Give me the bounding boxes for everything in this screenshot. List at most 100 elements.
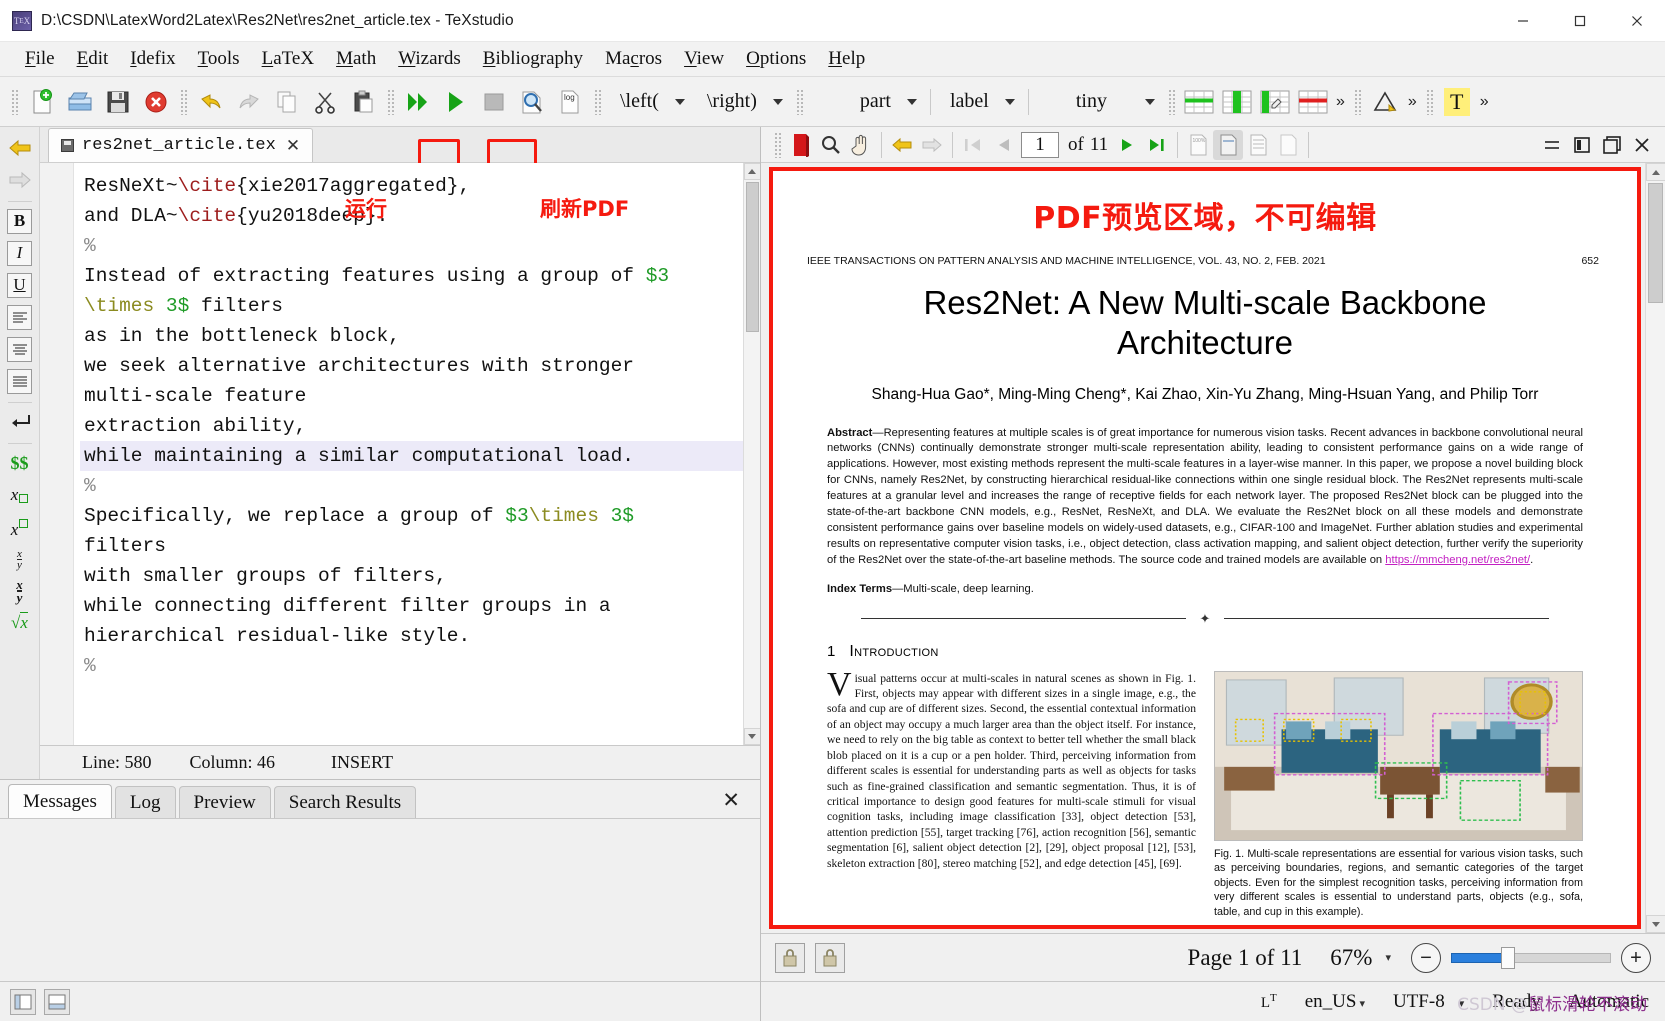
tab-search-results[interactable]: Search Results <box>273 786 417 818</box>
toolbar-grip-4[interactable] <box>594 88 601 115</box>
pdf-vertical-scrollbar[interactable] <box>1645 163 1665 933</box>
sidebar-bold-icon[interactable]: B <box>5 206 35 236</box>
new-file-icon[interactable] <box>25 84 59 120</box>
sidebar-superscript-icon[interactable]: x <box>5 512 35 542</box>
spell-check-icon[interactable]: LT <box>1261 992 1277 1012</box>
menu-macros[interactable]: Macros <box>594 46 673 72</box>
view-pdf-icon[interactable] <box>515 84 549 120</box>
sidebar-subscript-icon[interactable]: x <box>5 480 35 510</box>
file-tab-res2net[interactable]: res2net_article.tex ✕ <box>48 128 314 162</box>
language-indicator[interactable]: en_US ▾ <box>1305 991 1365 1013</box>
sidebar-align-center-icon[interactable] <box>5 334 35 364</box>
single-page-icon[interactable] <box>1273 130 1303 160</box>
code-line[interactable]: % <box>80 231 743 261</box>
code-line[interactable]: ResNeXt~\cite{xie2017aggregated}, <box>80 171 743 201</box>
menu-math[interactable]: Math <box>325 46 387 72</box>
code-line[interactable]: as in the bottleneck block, <box>80 321 743 351</box>
table-edit-icon[interactable] <box>1258 84 1292 120</box>
prev-page-icon[interactable] <box>988 130 1018 160</box>
redo-icon[interactable] <box>232 84 266 120</box>
lock-right-icon[interactable] <box>815 942 845 973</box>
table-insert-row-icon[interactable] <box>1182 84 1216 120</box>
fit-width-icon[interactable]: 100% <box>1183 130 1213 160</box>
continuous-icon[interactable] <box>1243 130 1273 160</box>
text-tool-icon[interactable]: T <box>1440 84 1474 120</box>
code-editor[interactable]: ResNeXt~\cite{xie2017aggregated}, and DLA… <box>40 163 760 745</box>
chevron-down-icon-3[interactable] <box>901 85 923 119</box>
close-pdf-icon[interactable] <box>1627 130 1657 160</box>
compile-mode[interactable]: Automatic <box>1569 991 1649 1013</box>
font-size-combo[interactable]: tiny <box>1064 85 1161 119</box>
chevron-down-icon-4[interactable] <box>999 85 1021 119</box>
sidebar-underline-icon[interactable]: U <box>5 270 35 300</box>
code-line[interactable]: with smaller groups of filters, <box>80 561 743 591</box>
lock-left-icon[interactable] <box>775 942 805 973</box>
toolbar-grip-8[interactable] <box>1425 88 1433 115</box>
copy-icon[interactable] <box>270 84 304 120</box>
sidebar-align-right-icon[interactable] <box>5 366 35 396</box>
menu-edit[interactable]: Edit <box>66 46 120 72</box>
editor-vertical-scrollbar[interactable] <box>743 163 760 745</box>
code-line[interactable]: % <box>80 651 743 681</box>
zoom-slider-handle[interactable] <box>1501 946 1515 969</box>
code-text[interactable]: ResNeXt~\cite{xie2017aggregated}, and DLA… <box>74 163 743 745</box>
menu-bibliography[interactable]: Bibliography <box>472 46 594 72</box>
sidebar-dfrac-icon[interactable]: xy <box>5 576 35 606</box>
build-and-view-icon[interactable] <box>401 84 435 120</box>
minimize-pdf-icon[interactable] <box>1537 130 1567 160</box>
toolbar-grip-3[interactable] <box>387 88 394 115</box>
undo-icon[interactable] <box>194 84 228 120</box>
code-line[interactable]: Specifically, we replace a group of $3\t… <box>80 501 743 531</box>
zoom-dropdown-icon[interactable]: ▾ <box>1385 951 1391 964</box>
magnify-icon[interactable] <box>816 130 846 160</box>
table-delete-row-icon[interactable] <box>1296 84 1330 120</box>
menu-file[interactable]: FFileile <box>14 46 66 72</box>
menu-tools[interactable]: Tools <box>187 46 251 72</box>
code-line[interactable]: \times 3$ filters <box>80 291 743 321</box>
scroll-thumb[interactable] <box>745 182 759 332</box>
sidebar-italic-icon[interactable]: I <box>5 238 35 268</box>
toolbar-grip-5[interactable] <box>795 88 803 115</box>
save-file-icon[interactable] <box>101 84 135 120</box>
menu-idefix[interactable]: Idefix <box>119 46 186 72</box>
detach-pdf-icon[interactable] <box>1597 130 1627 160</box>
table-insert-column-icon[interactable] <box>1220 84 1254 120</box>
toolbar-grip-2[interactable] <box>180 88 187 115</box>
last-page-icon[interactable] <box>1142 130 1172 160</box>
left-delimiter-combo[interactable]: \left( <box>608 85 691 119</box>
menu-options[interactable]: Options <box>735 46 817 72</box>
paste-icon[interactable] <box>346 84 380 120</box>
menu-help[interactable]: Help <box>817 46 876 72</box>
tab-log[interactable]: Log <box>114 786 176 818</box>
code-line[interactable]: while maintaining a similar computationa… <box>80 441 743 471</box>
triangle-tool-icon[interactable] <box>1368 84 1402 120</box>
stop-icon[interactable] <box>477 84 511 120</box>
forward-arrow-icon[interactable] <box>917 130 947 160</box>
code-line[interactable]: filters <box>80 531 743 561</box>
toolbar-grip-7[interactable] <box>1353 88 1361 115</box>
menu-latex[interactable]: LaTeX <box>251 46 325 72</box>
close-file-icon[interactable] <box>139 84 173 120</box>
toolbar-grip[interactable] <box>11 88 18 115</box>
sidebar-display-math-icon[interactable]: $$ <box>5 448 35 478</box>
code-line[interactable]: multi-scale feature <box>80 381 743 411</box>
toolbar-overflow-1[interactable]: » <box>1332 93 1349 111</box>
abstract-link[interactable]: https://mmcheng.net/res2net/ <box>1385 554 1530 566</box>
toolbar-grip-6[interactable] <box>1167 88 1175 115</box>
cut-icon[interactable] <box>308 84 342 120</box>
zoom-out-button[interactable]: − <box>1411 942 1441 973</box>
hand-tool-icon[interactable] <box>846 130 876 160</box>
pdf-scroll-down-icon[interactable] <box>1645 915 1665 933</box>
pdf-scroll-up-icon[interactable] <box>1645 163 1665 181</box>
sidebar-fraction-icon[interactable]: xy <box>5 544 35 574</box>
scroll-down-icon[interactable] <box>743 728 760 745</box>
file-tab-close-icon[interactable]: ✕ <box>284 137 302 154</box>
next-page-icon[interactable] <box>1112 130 1142 160</box>
code-line[interactable]: hierarchical residual-like style. <box>80 621 743 651</box>
sidebar-sqrt-icon[interactable]: √x <box>5 608 35 638</box>
toolbar-overflow-3[interactable]: » <box>1476 93 1493 111</box>
fit-page-icon[interactable] <box>1213 129 1244 160</box>
minimize-button[interactable] <box>1494 0 1551 42</box>
code-line[interactable]: while connecting different filter groups… <box>80 591 743 621</box>
log-icon[interactable]: log <box>553 84 587 120</box>
